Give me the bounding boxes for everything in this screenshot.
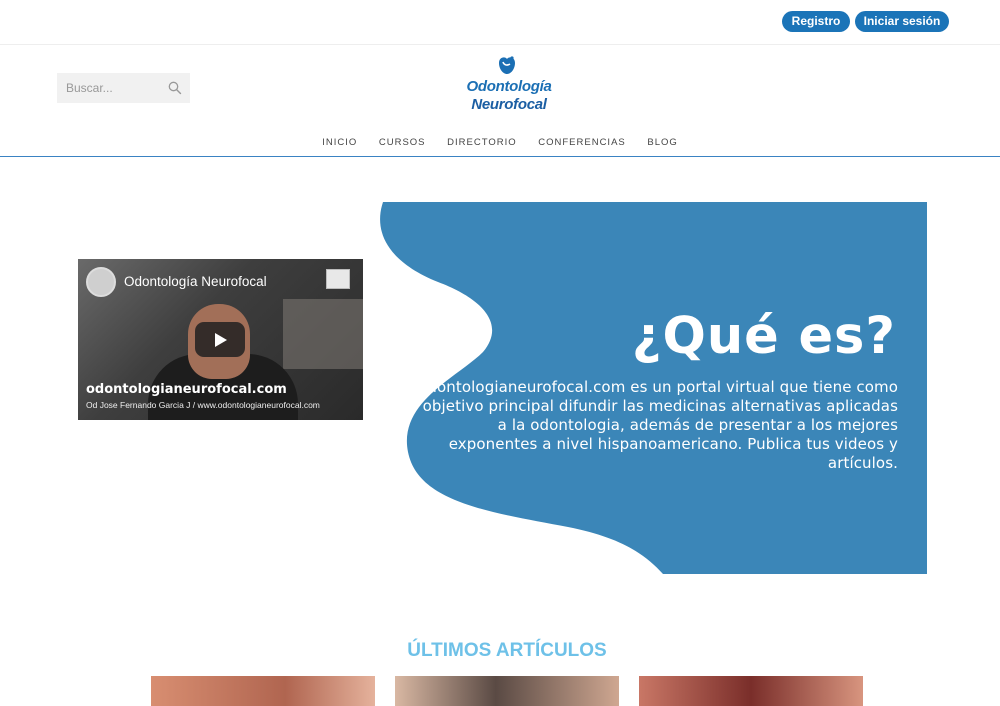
top-bar: Registro Iniciar sesión bbox=[0, 0, 1000, 45]
site-header: Odontología Neurofocal INICIO CURSOS DIR… bbox=[0, 46, 1000, 157]
logo-text-line2: Neurofocal bbox=[471, 96, 547, 113]
channel-avatar[interactable] bbox=[86, 267, 116, 297]
latest-articles-heading: ÚLTIMOS ARTÍCULOS bbox=[407, 640, 607, 661]
logo-text-line1: Odontología bbox=[466, 78, 552, 95]
channel-logo-icon bbox=[326, 269, 350, 289]
video-title[interactable]: Odontología Neurofocal bbox=[124, 274, 267, 289]
video-overlay-credit: Od Jose Fernando Garcia J / www.odontolo… bbox=[86, 400, 320, 410]
login-button[interactable]: Iniciar sesión bbox=[855, 11, 949, 32]
site-logo[interactable]: Odontología Neurofocal bbox=[455, 54, 560, 116]
article-card-image[interactable] bbox=[395, 676, 619, 706]
nav-item-inicio[interactable]: INICIO bbox=[322, 137, 357, 148]
hero-description: odontologianeurofocal.com es un portal v… bbox=[418, 378, 898, 472]
video-embed[interactable]: Odontología Neurofocal odontologianeurof… bbox=[78, 259, 363, 420]
search-box bbox=[57, 73, 190, 103]
video-overlay-url: odontologianeurofocal.com bbox=[86, 382, 287, 397]
hero-banner: ¿Qué es? odontologianeurofocal.com es un… bbox=[378, 202, 927, 574]
article-card-image[interactable] bbox=[151, 676, 375, 706]
nav-item-blog[interactable]: BLOG bbox=[647, 137, 677, 148]
search-icon[interactable] bbox=[168, 81, 182, 95]
tooth-logo-icon bbox=[499, 56, 515, 74]
hero-title: ¿Qué es? bbox=[631, 307, 896, 366]
nav-item-directorio[interactable]: DIRECTORIO bbox=[447, 137, 516, 148]
play-button[interactable] bbox=[195, 322, 245, 357]
article-card-image[interactable] bbox=[639, 676, 863, 706]
nav-item-cursos[interactable]: CURSOS bbox=[379, 137, 426, 148]
main-nav: INICIO CURSOS DIRECTORIO CONFERENCIAS BL… bbox=[0, 137, 1000, 148]
video-background bbox=[283, 299, 363, 369]
search-input[interactable] bbox=[57, 73, 162, 103]
register-button[interactable]: Registro bbox=[782, 11, 850, 32]
play-icon bbox=[215, 333, 227, 347]
nav-item-conferencias[interactable]: CONFERENCIAS bbox=[538, 137, 625, 148]
